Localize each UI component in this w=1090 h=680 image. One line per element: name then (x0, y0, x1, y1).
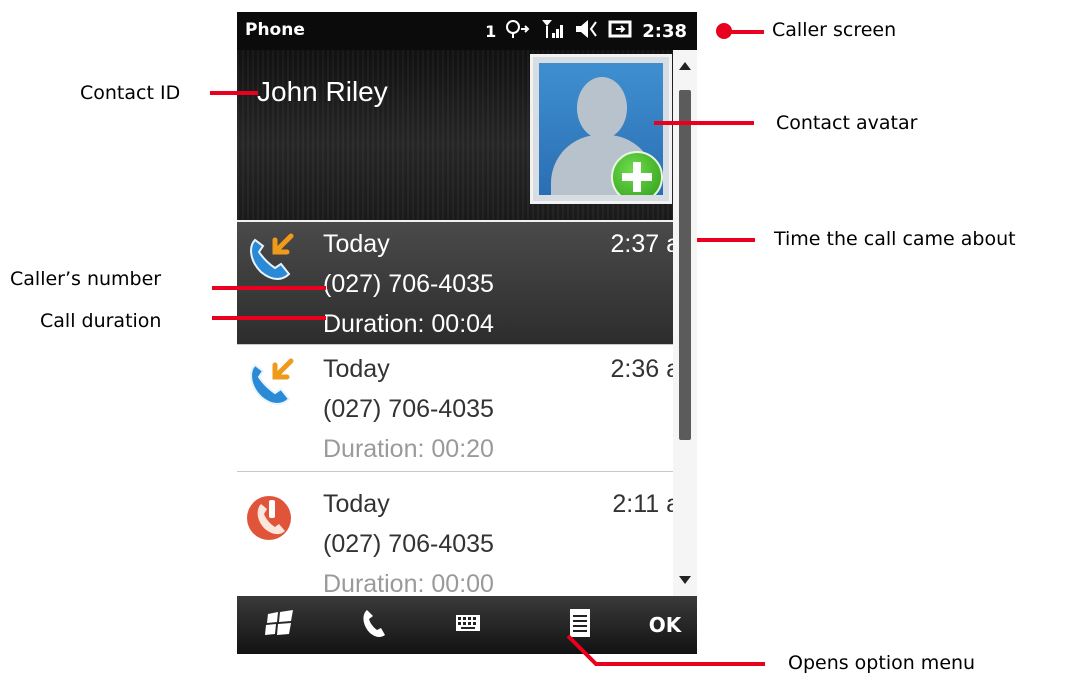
call-date: Today (323, 355, 390, 383)
call-time: 2:11 a (612, 490, 680, 518)
contact-name: John Riley (257, 76, 388, 107)
annotation-callers-number: Caller’s number (10, 268, 162, 290)
vertical-scrollbar[interactable] (673, 50, 697, 596)
annotation-line (654, 121, 754, 125)
annotation-line (724, 30, 764, 34)
annotation-time-call: Time the call came about (774, 228, 1016, 250)
phone-screen: Phone 1 2:38 John Riley Today 2:37 a (02… (237, 12, 697, 654)
annotation-line (212, 316, 326, 320)
call-time: 2:36 a (610, 355, 680, 383)
scroll-up-arrow-icon[interactable] (679, 62, 691, 70)
add-contact-plus-icon (611, 151, 663, 195)
annotation-contact-id: Contact ID (80, 82, 181, 104)
call-date: Today (323, 230, 390, 258)
caller-number: (027) 706-4035 (323, 395, 494, 423)
line-indicator: 1 (485, 21, 497, 41)
annotation-call-duration: Call duration (40, 310, 162, 332)
call-list-item[interactable]: Today 2:37 a (027) 706-4035 Duration: 00… (237, 220, 694, 345)
avatar-head-shape (577, 77, 627, 139)
call-date: Today (323, 490, 390, 518)
windows-start-icon (265, 610, 295, 640)
annotation-caller-screen: Caller screen (772, 19, 897, 41)
annotation-line (697, 238, 755, 242)
annotation-line (212, 286, 326, 290)
volume-muted-icon (574, 18, 600, 44)
phone-button[interactable] (349, 596, 399, 654)
phone-handset-icon (361, 608, 387, 642)
bluetooth-icon (504, 18, 532, 44)
status-app-name: Phone (245, 20, 305, 40)
incoming-call-icon (245, 357, 295, 407)
annotation-line (210, 91, 258, 95)
windows-start-button[interactable] (255, 596, 305, 654)
battery-charging-icon (608, 18, 634, 44)
status-icons: 1 2:38 (485, 18, 687, 44)
contact-avatar[interactable] (530, 54, 672, 204)
status-time: 2:38 (642, 20, 687, 42)
caller-number: (027) 706-4035 (323, 530, 494, 558)
annotation-contact-avatar: Contact avatar (776, 112, 918, 134)
contact-header: John Riley (237, 50, 693, 220)
status-bar: Phone 1 2:38 (237, 12, 697, 50)
call-list-item[interactable]: Today 2:11 a (027) 706-4035 Duration: 00… (237, 482, 694, 596)
caller-number: (027) 706-4035 (323, 270, 494, 298)
call-duration: Duration: 00:00 (323, 570, 494, 596)
call-list-item[interactable]: Today 2:36 a (027) 706-4035 Duration: 00… (237, 347, 694, 472)
keyboard-icon (455, 614, 481, 636)
missed-call-icon (245, 492, 295, 542)
scrollbar-thumb[interactable] (679, 90, 691, 440)
call-duration: Duration: 00:04 (323, 310, 494, 338)
scroll-down-arrow-icon[interactable] (679, 576, 691, 584)
call-duration: Duration: 00:20 (323, 435, 494, 463)
avatar-placeholder-icon (539, 63, 663, 195)
signal-strength-icon (540, 18, 566, 44)
keyboard-button[interactable] (443, 596, 493, 654)
annotation-option-menu: Opens option menu (788, 652, 976, 674)
incoming-call-icon (245, 232, 295, 282)
call-history-list: Today 2:37 a (027) 706-4035 Duration: 00… (237, 220, 694, 596)
annotation-line (566, 634, 765, 666)
call-time: 2:37 a (610, 230, 680, 258)
